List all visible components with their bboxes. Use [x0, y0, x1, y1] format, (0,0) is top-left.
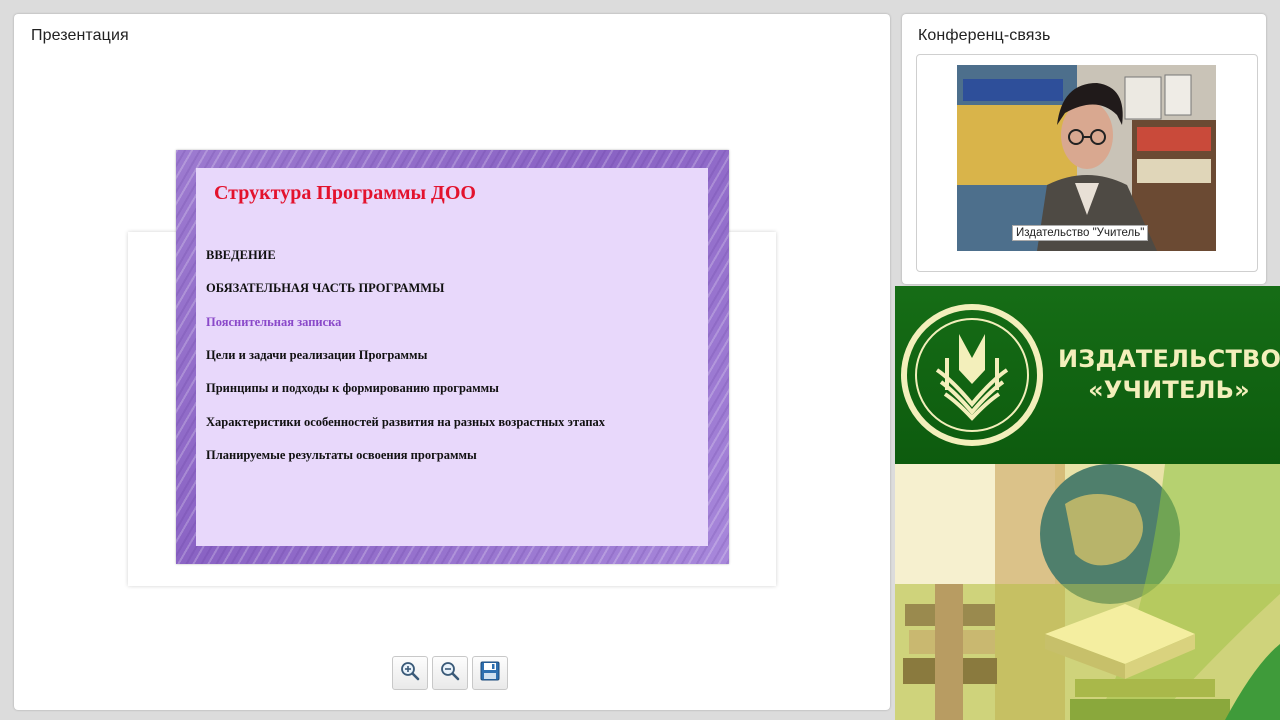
presentation-panel: Презентация Структура Программы ДОО ВВЕД…	[14, 14, 890, 710]
brand-banner: ИЗДАТЕЛЬСТВО «УЧИТЕЛЬ»	[895, 286, 1280, 464]
conference-title: Конференц-связь	[918, 27, 1051, 44]
video-caption: Издательство "Учитель"	[1012, 225, 1149, 241]
slide-content: Структура Программы ДОО ВВЕДЕНИЕ ОБЯЗАТЕ…	[196, 168, 708, 546]
slide-toolbar	[392, 656, 508, 690]
presentation-slide: Структура Программы ДОО ВВЕДЕНИЕ ОБЯЗАТЕ…	[176, 150, 729, 564]
zoom-out-icon	[439, 660, 461, 687]
books-globe-illustration	[895, 464, 1280, 720]
presentation-title: Презентация	[31, 27, 129, 44]
slide-item-planned-results: Планируемые результаты освоения программ…	[206, 448, 477, 462]
zoom-out-button[interactable]	[432, 656, 468, 690]
webcam-scene	[957, 65, 1216, 251]
save-button[interactable]	[472, 656, 508, 690]
video-frame: Издательство "Учитель"	[916, 54, 1258, 272]
webcam-video[interactable]: Издательство "Учитель"	[957, 65, 1216, 251]
brand-name: ИЗДАТЕЛЬСТВО «УЧИТЕЛЬ»	[1058, 344, 1280, 406]
brand-name-line2: «УЧИТЕЛЬ»	[1088, 376, 1250, 404]
slide-item-characteristics: Характеристики особенностей развития на …	[206, 415, 606, 429]
conference-panel: Конференц-связь Издательство "Учитель"	[902, 14, 1266, 284]
brand-name-line1: ИЗДАТЕЛЬСТВО	[1058, 345, 1280, 373]
slide-item-goals: Цели и задачи реализации Программы	[206, 348, 428, 362]
save-icon	[479, 660, 501, 687]
slide-item-explanatory-note: Пояснительная записка	[206, 315, 342, 329]
zoom-in-icon	[399, 660, 421, 687]
slide-item-principles: Принципы и подходы к формированию програ…	[206, 381, 499, 395]
zoom-in-button[interactable]	[392, 656, 428, 690]
slide-title: Структура Программы ДОО	[214, 182, 476, 204]
slide-item-introduction: ВВЕДЕНИЕ	[206, 248, 276, 262]
brand-background-image	[895, 464, 1280, 720]
slide-item-mandatory-part: ОБЯЗАТЕЛЬНАЯ ЧАСТЬ ПРОГРАММЫ	[206, 281, 445, 295]
